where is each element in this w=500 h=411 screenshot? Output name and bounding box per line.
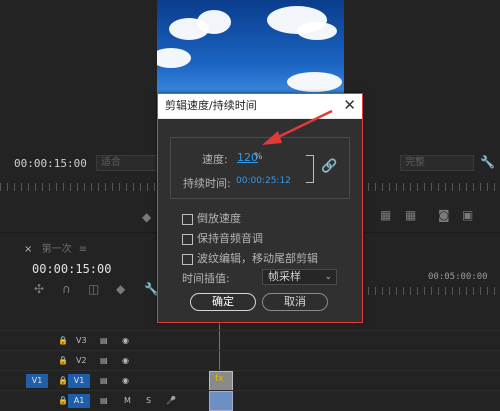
marker-icon[interactable]: ◆ [142, 210, 151, 224]
fx-badge: fx [215, 374, 224, 384]
playback-quality-select[interactable]: 完整 [400, 155, 474, 171]
maintain-pitch-checkbox[interactable]: 保持音频音调 [182, 230, 263, 246]
zoom-fit-select[interactable]: 适合 [96, 155, 162, 171]
track-row-a1: 🔒 A1 ▤ M S 🎤 [0, 390, 500, 411]
track-row-v1: V1 🔒 V1 ▤ ◉ fx [0, 370, 500, 391]
checkbox-label: 波纹编辑，移动尾部剪辑 [197, 252, 318, 265]
mic-icon[interactable]: 🎤 [166, 396, 176, 405]
sync-lock-icon[interactable]: ▤ [100, 396, 108, 405]
select-value: 帧采样 [268, 270, 301, 283]
linked-selection-icon[interactable]: ◫ [88, 282, 99, 296]
wrench-icon[interactable]: 🔧 [480, 155, 495, 169]
add-marker-icon[interactable]: ◆ [116, 282, 125, 296]
ruler-time-label: 00:05:00:00 [428, 272, 488, 282]
track-name[interactable]: V3 [76, 336, 87, 345]
lock-icon[interactable]: 🔒 [58, 396, 68, 405]
speed-label: 速度: [202, 153, 228, 166]
snap-icon[interactable]: ∩ [62, 282, 71, 296]
lift-icon[interactable]: ▦ [380, 208, 391, 222]
button-editor-icon[interactable]: ▣ [462, 208, 473, 222]
chevron-down-icon: ⌄ [324, 272, 332, 282]
reverse-speed-checkbox[interactable]: 倒放速度 [182, 210, 241, 226]
eye-icon[interactable]: ◉ [122, 336, 129, 345]
monitor-ruler-right[interactable] [361, 183, 500, 191]
eye-icon[interactable]: ◉ [122, 376, 129, 385]
timeline-timecode[interactable]: 00:00:15:00 [32, 262, 111, 276]
lock-icon[interactable]: 🔒 [58, 376, 68, 385]
sync-lock-icon[interactable]: ▤ [100, 336, 108, 345]
close-icon[interactable]: × [24, 244, 32, 255]
checkbox-label: 倒放速度 [197, 212, 241, 225]
extract-icon[interactable]: ▦ [405, 208, 416, 222]
nest-icon[interactable]: ✣ [34, 282, 44, 296]
sync-lock-icon[interactable]: ▤ [100, 356, 108, 365]
annotation-arrow [262, 109, 333, 145]
timeline-ruler[interactable] [361, 287, 500, 295]
video-clip[interactable]: fx [209, 371, 233, 391]
eye-icon[interactable]: ◉ [122, 356, 129, 365]
sync-lock-icon[interactable]: ▤ [100, 376, 108, 385]
lock-icon[interactable]: 🔒 [58, 356, 68, 365]
checkbox-box[interactable] [182, 213, 193, 225]
ok-button[interactable]: 确定 [190, 293, 256, 311]
lock-icon[interactable]: 🔒 [58, 336, 68, 345]
duration-value[interactable]: 00:00:25:12 [236, 176, 291, 186]
sequence-tab-label: 第一次 [41, 244, 72, 255]
link-icon[interactable]: 🔗 [321, 159, 337, 174]
source-patch-v1[interactable]: V1 [26, 374, 48, 388]
close-icon[interactable]: ✕ [343, 97, 356, 113]
checkbox-label: 保持音频音调 [197, 232, 263, 245]
track-target-v1[interactable]: V1 [68, 374, 90, 388]
interpolation-label: 时间插值: [182, 272, 230, 285]
solo-icon[interactable]: S [146, 396, 151, 405]
ripple-edit-checkbox[interactable]: 波纹编辑，移动尾部剪辑 [182, 250, 318, 266]
cancel-button[interactable]: 取消 [262, 293, 328, 311]
track-row-v2: 🔒 V2 ▤ ◉ [0, 350, 500, 371]
tab-menu-icon[interactable]: ≡ [79, 244, 87, 255]
monitor-ruler[interactable] [0, 183, 157, 191]
mute-icon[interactable]: M [124, 396, 131, 405]
checkbox-box[interactable] [182, 233, 193, 245]
track-target-a1[interactable]: A1 [68, 394, 90, 408]
track-row-v3: 🔒 V3 ▤ ◉ [0, 330, 500, 351]
time-interpolation-select[interactable]: 帧采样 ⌄ [262, 269, 337, 285]
link-bracket [306, 155, 314, 183]
timeline-tab[interactable]: × 第一次 ≡ [24, 240, 87, 255]
checkbox-box[interactable] [182, 253, 193, 265]
speed-unit: % [254, 152, 263, 162]
camera-icon[interactable]: ◙ [438, 208, 450, 222]
track-name[interactable]: V2 [76, 356, 87, 365]
duration-label: 持续时间: [183, 177, 231, 190]
audio-clip[interactable] [209, 391, 233, 411]
monitor-timecode[interactable]: 00:00:15:00 [14, 157, 87, 170]
